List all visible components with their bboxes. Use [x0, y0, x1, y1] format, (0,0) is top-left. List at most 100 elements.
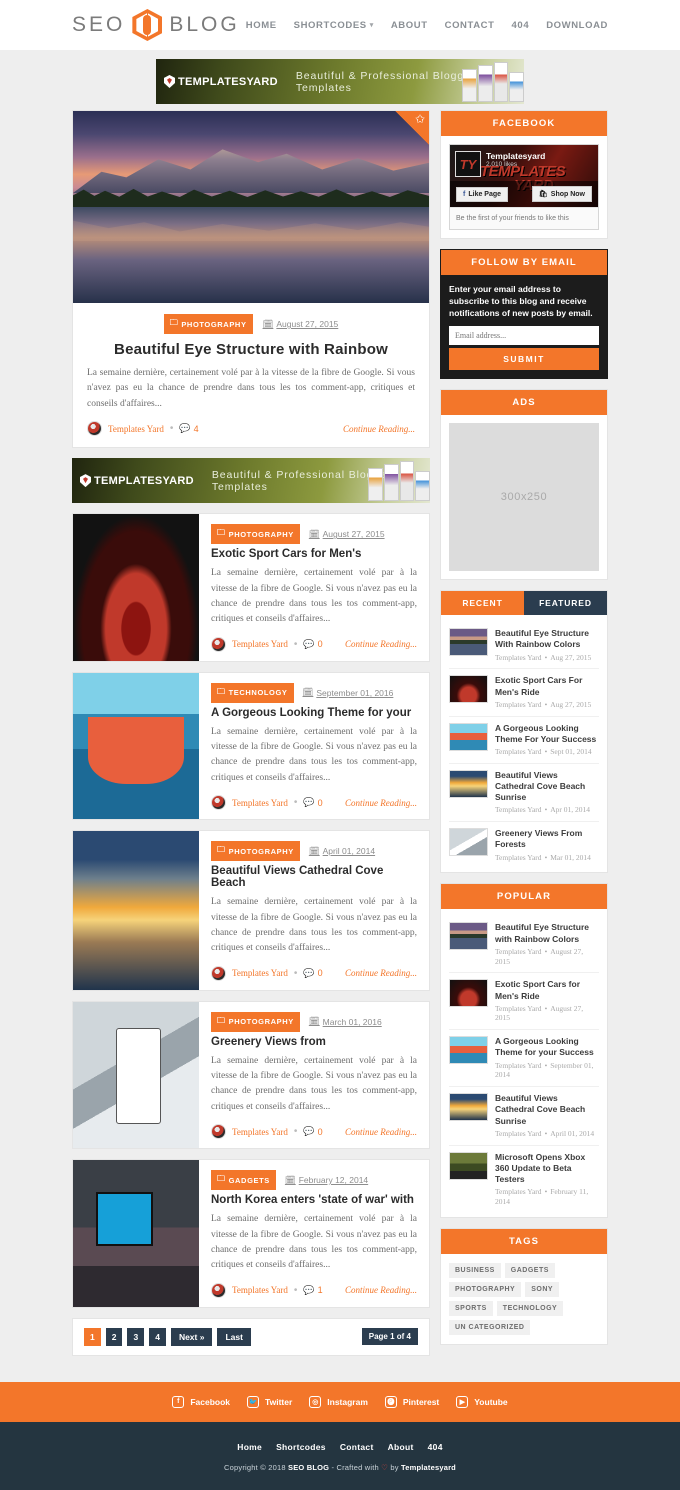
comment-count[interactable]: 💬 0 [303, 639, 322, 650]
post-author[interactable]: Templates Yard • 💬 0 [211, 795, 323, 811]
post-title[interactable]: Beautiful Eye Structure With Rainbow Col… [495, 628, 599, 650]
post-title[interactable]: Exotic Sport Cars for Men's [211, 548, 417, 560]
nav-item-404[interactable]: 404 [512, 20, 530, 31]
footer-nav-about[interactable]: About [388, 1442, 414, 1452]
tag-gadgets[interactable]: GADGETS [504, 1262, 555, 1278]
ad-placeholder[interactable]: 300x250 [449, 423, 599, 572]
nav-item-contact[interactable]: CONTACT [445, 20, 495, 31]
post-title[interactable]: A Gorgeous Looking Theme For Your Succes… [495, 723, 599, 745]
post-item[interactable]: 🗀 PHOTOGRAPHY 🗓 August 27, 2015 Exotic Sport… [72, 513, 430, 662]
site-logo[interactable]: SEO BLOG [72, 9, 240, 41]
social-link-pinterest[interactable]: 🅟 Pinterest [384, 1395, 439, 1408]
footer-nav-shortcodes[interactable]: Shortcodes [276, 1442, 326, 1452]
post-title[interactable]: North Korea enters 'state of war' with [211, 1194, 417, 1206]
category-badge[interactable]: 🗀 PHOTOGRAPHY [211, 1011, 300, 1032]
email-submit-button[interactable]: SUBMIT [449, 348, 599, 371]
continue-reading-link[interactable]: Continue Reading... [345, 639, 417, 649]
post-title[interactable]: Beautiful Eye Structure with Rainbow Col… [495, 922, 599, 944]
comment-count[interactable]: 💬 0 [303, 1126, 322, 1137]
continue-reading-link[interactable]: Continue Reading... [345, 1285, 417, 1295]
footer-nav-home[interactable]: Home [237, 1442, 262, 1452]
post-title[interactable]: Greenery Views from [211, 1036, 417, 1048]
post-title[interactable]: Greenery Views From Forests [495, 828, 599, 850]
tag-business[interactable]: BUSINESS [449, 1262, 501, 1278]
list-item[interactable]: Beautiful Views Cathedral Cove Beach Sun… [449, 1087, 599, 1146]
nav-item-about[interactable]: ABOUT [391, 20, 428, 31]
list-item[interactable]: Beautiful Eye Structure With Rainbow Col… [449, 622, 599, 670]
featured-post-title[interactable]: Beautiful Eye Structure with Rainbow [87, 341, 415, 358]
pagination-page-4[interactable]: 4 [149, 1327, 166, 1346]
featured-post-card[interactable]: ✩ 🗀 PHOTOGRAPHY 🗓 August 27, 2015 Beautifu… [72, 110, 430, 449]
pagination-page-1[interactable]: 1 [84, 1327, 101, 1346]
continue-reading-link[interactable]: Continue Reading... [345, 798, 417, 808]
list-item[interactable]: A Gorgeous Looking Theme For Your Succes… [449, 717, 599, 764]
list-item[interactable]: A Gorgeous Looking Theme for your Succes… [449, 1030, 599, 1088]
post-title[interactable]: Beautiful Views Cathedral Cove Beach [211, 865, 417, 889]
post-author[interactable]: Templates Yard • 💬 1 [211, 1282, 323, 1298]
post-title[interactable]: Beautiful Views Cathedral Cove Beach Sun… [495, 770, 599, 804]
post-title[interactable]: Exotic Sport Cars For Men's Ride [495, 675, 599, 697]
tab-recent[interactable]: RECENT [441, 591, 524, 616]
email-input[interactable] [449, 326, 599, 346]
social-link-facebook[interactable]: f Facebook [172, 1395, 230, 1408]
list-item[interactable]: Exotic Sport Cars for Men's Ride Template… [449, 973, 599, 1031]
footer-nav-404[interactable]: 404 [428, 1442, 443, 1452]
nav-item-download[interactable]: DOWNLOAD [546, 20, 608, 31]
pagination-next[interactable]: Next » [170, 1327, 213, 1346]
category-badge[interactable]: 🗀 PHOTOGRAPHY [211, 524, 300, 545]
continue-reading-link[interactable]: Continue Reading... [345, 1127, 417, 1137]
facebook-shop-button[interactable]: 🛍 Shop Now [531, 186, 592, 202]
post-title[interactable]: Exotic Sport Cars for Men's Ride [495, 979, 599, 1001]
post-item[interactable]: 🗀 GADGETS 🗓 February 12, 2014 North Korea en… [72, 1159, 430, 1308]
post-item[interactable]: 🗀 PHOTOGRAPHY 🗓 March 01, 2016 Greenery View… [72, 1000, 430, 1150]
category-badge[interactable]: 🗀 GADGETS [211, 1170, 276, 1191]
post-author[interactable]: Templates Yard • 💬 0 [211, 965, 323, 981]
social-link-instagram[interactable]: ◎ Instagram [309, 1395, 368, 1408]
post-date[interactable]: 🗓 March 01, 2016 [309, 1016, 382, 1027]
post-title[interactable]: Microsoft Opens Xbox 360 Update to Beta … [495, 1152, 599, 1186]
comment-count[interactable]: 💬 0 [303, 968, 322, 979]
pagination-last[interactable]: Last [217, 1327, 251, 1346]
list-item[interactable]: Beautiful Eye Structure with Rainbow Col… [449, 916, 599, 974]
post-date[interactable]: 🗓 August 27, 2015 [263, 319, 339, 330]
post-author[interactable]: Templates Yard • 💬 4 [87, 421, 199, 437]
post-author[interactable]: Templates Yard • 💬 0 [211, 636, 323, 652]
post-date[interactable]: 🗓 August 27, 2015 [309, 529, 385, 540]
tag-photography[interactable]: PHOTOGRAPHY [449, 1281, 522, 1297]
list-item[interactable]: Greenery Views From Forests Templates Yar… [449, 822, 599, 868]
category-badge[interactable]: 🗀 TECHNOLOGY [211, 682, 294, 703]
tab-featured[interactable]: FEATURED [524, 591, 607, 616]
pagination-page-2[interactable]: 2 [105, 1327, 123, 1346]
post-date[interactable]: 🗓 February 12, 2014 [285, 1175, 368, 1186]
post-item[interactable]: 🗀 TECHNOLOGY 🗓 September 01, 2016 A Gorgeous… [72, 671, 430, 821]
copyright-author[interactable]: Templatesyard [401, 1463, 456, 1472]
nav-item-home[interactable]: HOME [246, 20, 277, 31]
footer-nav-contact[interactable]: Contact [340, 1442, 374, 1452]
post-item[interactable]: 🗀 PHOTOGRAPHY 🗓 April 01, 2014 Beautiful Vie… [72, 830, 430, 991]
comment-count[interactable]: 💬 1 [303, 1285, 322, 1296]
post-title[interactable]: A Gorgeous Looking Theme for your [211, 707, 417, 719]
templatesyard-banner-mid[interactable]: TEMPLATESYARD Beautiful & Professional B… [72, 458, 430, 504]
category-badge[interactable]: 🗀 PHOTOGRAPHY [163, 314, 253, 334]
list-item[interactable]: Exotic Sport Cars For Men's Ride Template… [449, 669, 599, 717]
nav-item-shortcodes[interactable]: SHORTCODES ▾ [294, 20, 374, 31]
templatesyard-banner-top[interactable]: TEMPLATESYARD Beautiful & Professional B… [156, 59, 524, 104]
list-item[interactable]: Microsoft Opens Xbox 360 Update to Beta … [449, 1146, 599, 1213]
tag-technology[interactable]: TECHNOLOGY [496, 1300, 564, 1316]
post-date[interactable]: 🗓 April 01, 2014 [309, 846, 375, 857]
pagination-page-3[interactable]: 3 [127, 1327, 145, 1346]
tag-sony[interactable]: SONY [525, 1281, 560, 1297]
comment-count[interactable]: 💬 0 [303, 797, 322, 808]
facebook-page-plugin[interactable]: TY Templatesyard 2,010 likes TEMPLATES Y… [449, 144, 599, 230]
post-title[interactable]: A Gorgeous Looking Theme for your Succes… [495, 1036, 599, 1058]
continue-reading-link[interactable]: Continue Reading... [343, 424, 415, 434]
list-item[interactable]: Beautiful Views Cathedral Cove Beach Sun… [449, 764, 599, 823]
post-date[interactable]: 🗓 September 01, 2016 [303, 687, 394, 698]
post-author[interactable]: Templates Yard • 💬 0 [211, 1124, 323, 1140]
tag-un-categorized[interactable]: UN CATEGORIZED [449, 1319, 531, 1335]
comment-count[interactable]: 💬 4 [179, 423, 198, 434]
post-title[interactable]: Beautiful Views Cathedral Cove Beach Sun… [495, 1093, 599, 1127]
facebook-like-button[interactable]: f Like Page [456, 186, 509, 202]
continue-reading-link[interactable]: Continue Reading... [345, 968, 417, 978]
tag-sports[interactable]: SPORTS [449, 1300, 493, 1316]
